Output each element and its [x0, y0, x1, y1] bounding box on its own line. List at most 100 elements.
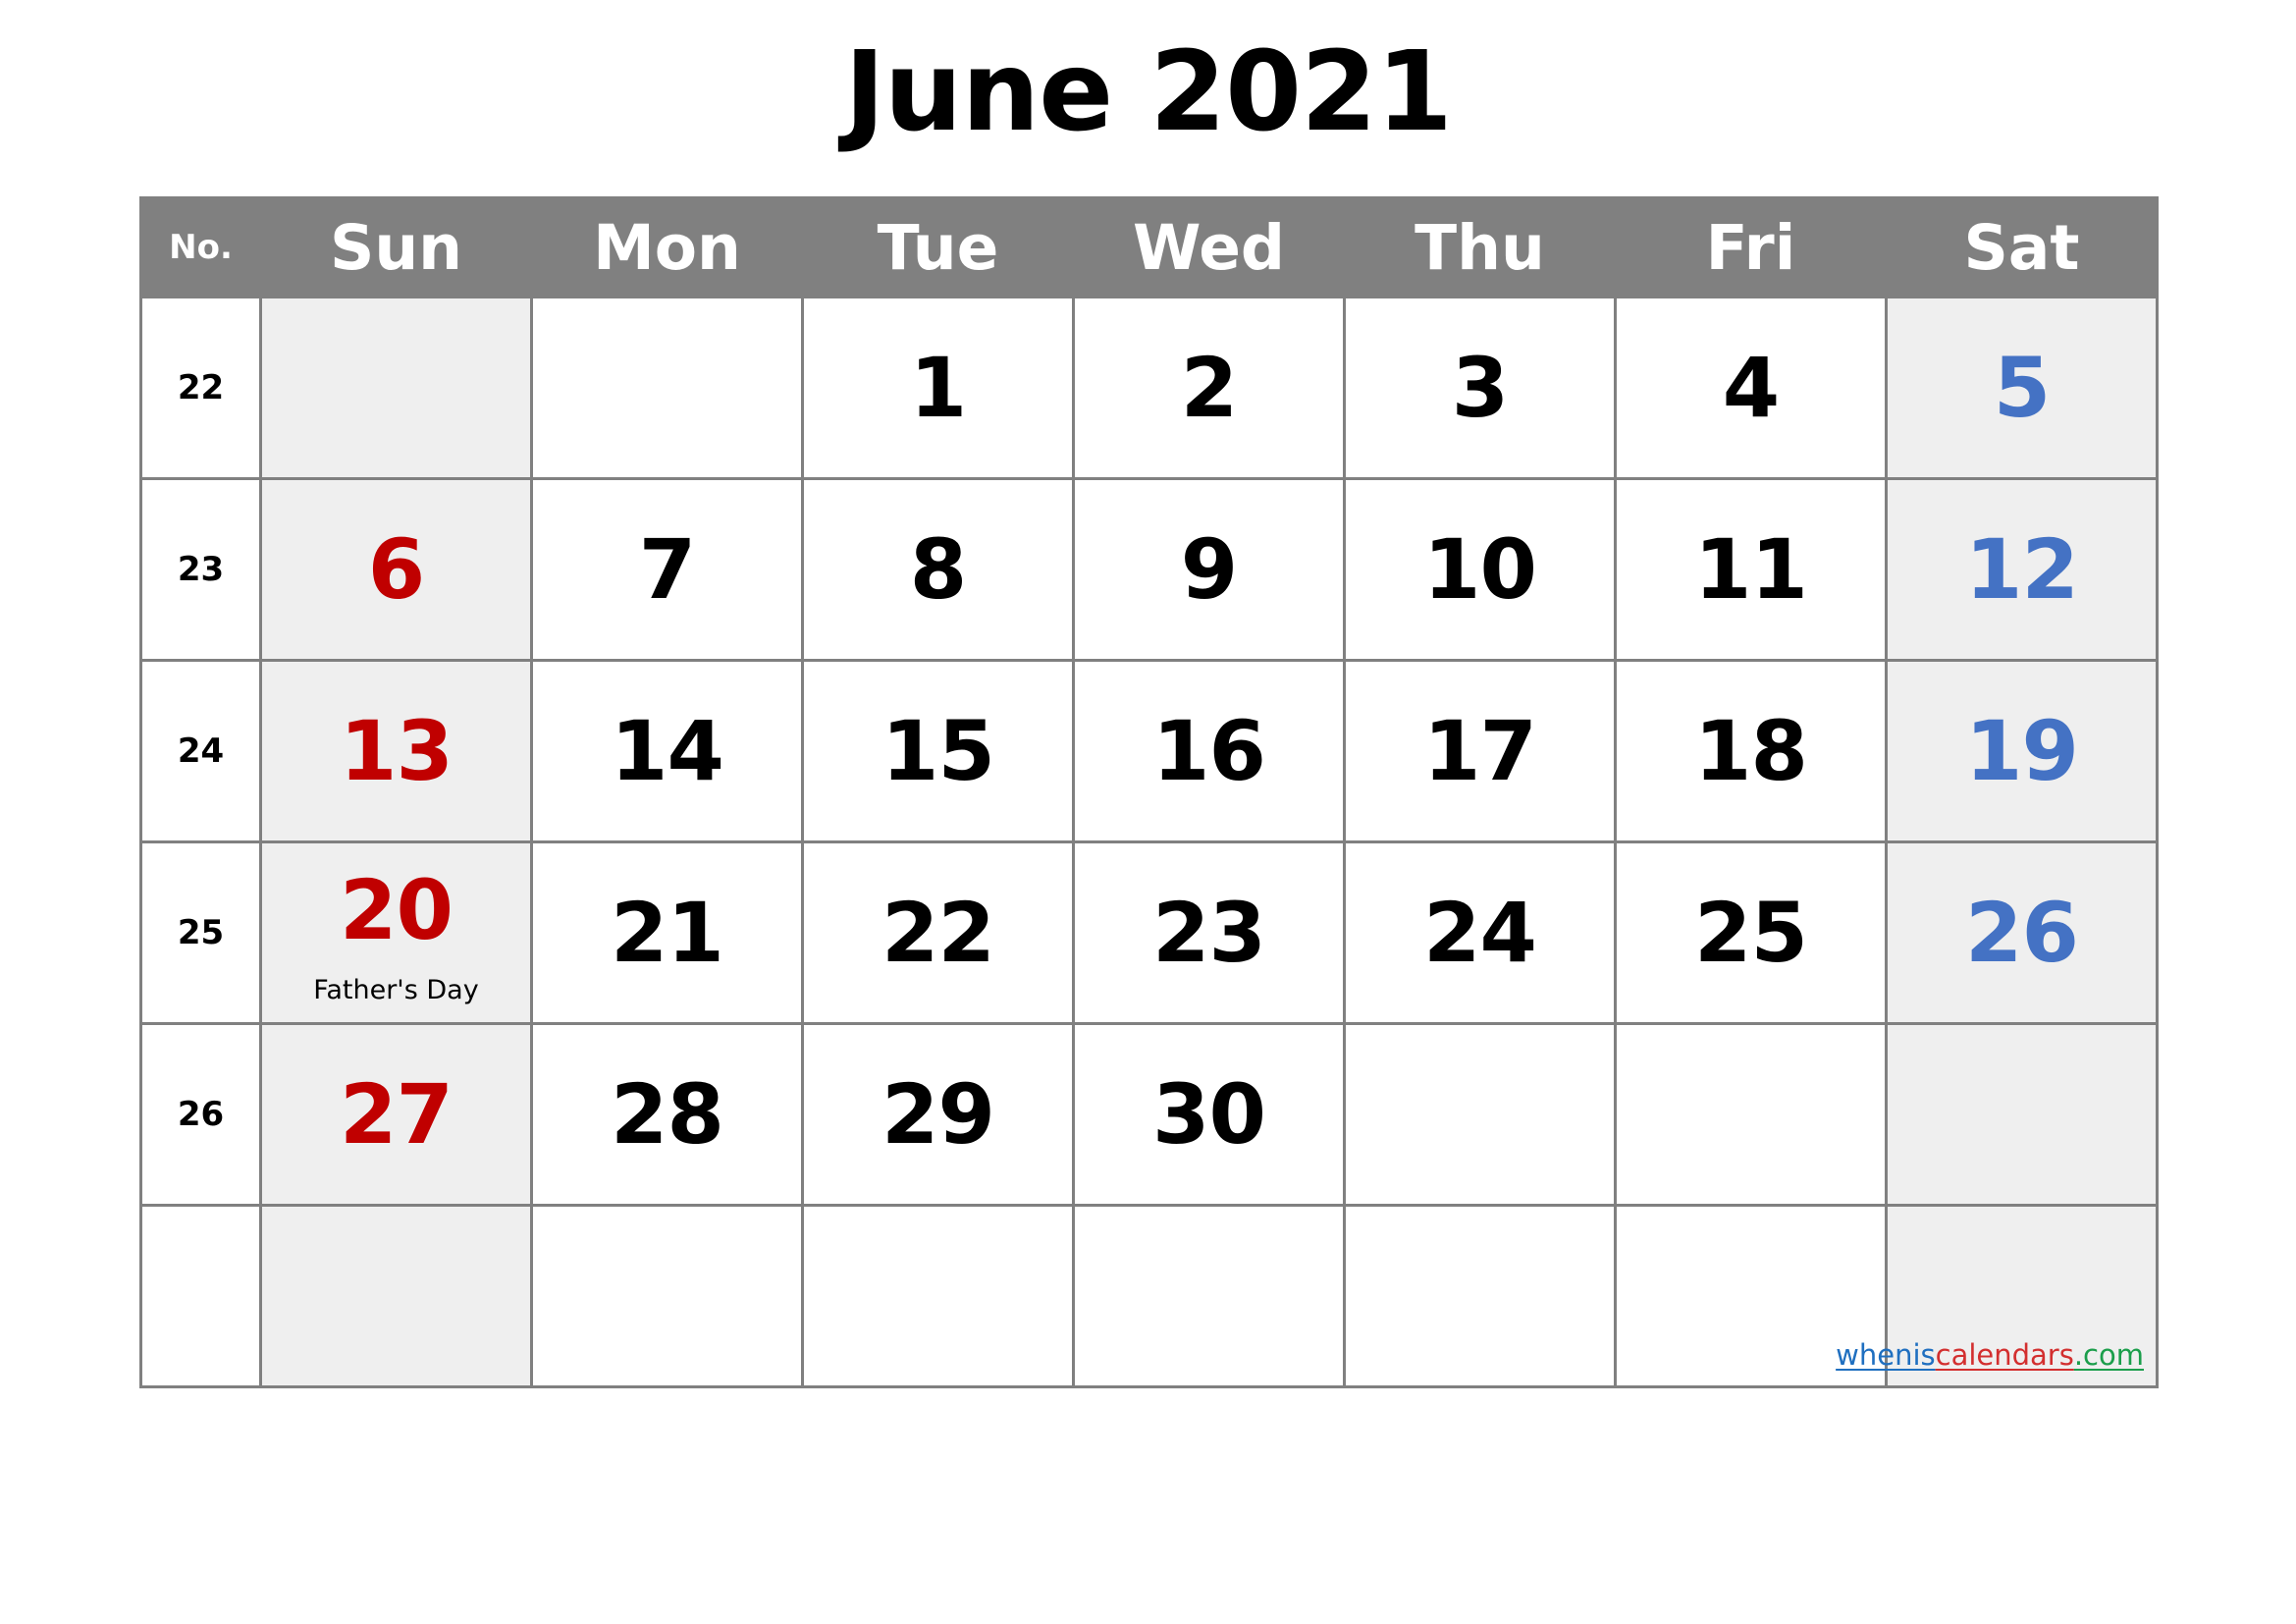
day-event-label: Father's Day	[313, 975, 479, 1005]
day-cell-inner: 20 Father's Day	[262, 843, 530, 1022]
day-cell[interactable]: 29	[801, 1022, 1075, 1207]
day-cell-inner	[1888, 1025, 2156, 1204]
day-cell-inner	[533, 1207, 801, 1385]
day-cell[interactable]	[1885, 1022, 2159, 1207]
day-cell[interactable]: 9	[1072, 477, 1346, 662]
day-cell[interactable]: 12	[1885, 477, 2159, 662]
calendar-container: No. Sun Mon Tue Wed Thu Fri Sat 22 1 2 3 4 5 2…	[139, 196, 2159, 1388]
day-cell-inner	[262, 298, 530, 477]
day-number: 4	[1722, 340, 1780, 436]
day-cell-inner: 4	[1617, 298, 1885, 477]
day-cell[interactable]: 27	[259, 1022, 533, 1207]
page-title: June 2021	[844, 28, 1453, 156]
day-cell-inner	[1888, 1207, 2156, 1385]
day-cell-inner: 10	[1346, 480, 1614, 659]
day-cell[interactable]: 22	[801, 840, 1075, 1025]
day-cell-inner: 15	[804, 662, 1072, 840]
day-cell-inner: 24	[1346, 843, 1614, 1022]
day-cell-inner: 27	[262, 1025, 530, 1204]
day-cell-inner	[1075, 1207, 1343, 1385]
day-cell-inner: 23	[1075, 843, 1343, 1022]
day-cell-inner	[804, 1207, 1072, 1385]
day-cell[interactable]: 6	[259, 477, 533, 662]
day-cell[interactable]	[1343, 1204, 1617, 1388]
day-cell-inner	[1346, 1025, 1614, 1204]
day-number: 25	[1694, 885, 1808, 981]
calendar-header-row: No. Sun Mon Tue Wed Thu Fri Sat	[139, 196, 2159, 298]
day-cell-inner: 25	[1617, 843, 1885, 1022]
day-cell[interactable]: 26	[1885, 840, 2159, 1025]
day-cell[interactable]: 10	[1343, 477, 1617, 662]
calendar-week-row: 23 6 7 8 9 10 11 12	[139, 477, 2159, 662]
day-number: 21	[611, 885, 724, 981]
day-number: 1	[909, 340, 967, 436]
day-cell-inner: 22	[804, 843, 1072, 1022]
day-number: 15	[881, 703, 995, 799]
day-number: 10	[1423, 521, 1537, 618]
day-number: 19	[1965, 703, 2079, 799]
header-day-sat: Sat	[1885, 196, 2159, 298]
day-number: 30	[1152, 1066, 1266, 1163]
day-cell-inner: 11	[1617, 480, 1885, 659]
day-number: 6	[367, 521, 425, 618]
day-cell[interactable]	[801, 1204, 1075, 1388]
day-cell[interactable]	[1614, 1022, 1888, 1207]
header-day-sun: Sun	[259, 196, 533, 298]
day-number: 11	[1694, 521, 1808, 618]
day-cell-inner: 18	[1617, 662, 1885, 840]
day-cell-inner: 16	[1075, 662, 1343, 840]
day-cell-inner: 2	[1075, 298, 1343, 477]
day-cell[interactable]: 11	[1614, 477, 1888, 662]
day-cell[interactable]	[530, 1204, 804, 1388]
day-cell-inner: 29	[804, 1025, 1072, 1204]
calendar-week-row: 22 1 2 3 4 5	[139, 296, 2159, 480]
day-cell[interactable]: 2	[1072, 296, 1346, 480]
day-cell[interactable]: 3	[1343, 296, 1617, 480]
day-cell[interactable]: wheniscalendars.com	[1836, 1204, 2159, 1388]
day-cell[interactable]: 16	[1072, 659, 1346, 843]
calendar-week-row: 24 13 14 15 16 17 18 19	[139, 659, 2159, 843]
day-cell[interactable]: 15	[801, 659, 1075, 843]
day-cell[interactable]	[1343, 1022, 1617, 1207]
header-day-mon: Mon	[530, 196, 804, 298]
day-cell[interactable]: 28	[530, 1022, 804, 1207]
day-cell[interactable]: 24	[1343, 840, 1617, 1025]
day-number: 12	[1965, 521, 2079, 618]
day-cell[interactable]	[530, 296, 804, 480]
week-number-cell: 24	[139, 659, 262, 843]
day-cell[interactable]	[259, 296, 533, 480]
day-cell[interactable]: 8	[801, 477, 1075, 662]
day-cell[interactable]	[1072, 1204, 1346, 1388]
calendar-page: June 2021 No. Sun Mon Tue Wed Thu Fri Sa…	[0, 0, 2296, 1624]
day-cell[interactable]: 20 Father's Day	[259, 840, 533, 1025]
day-cell[interactable]: 5	[1885, 296, 2159, 480]
day-cell[interactable]: 17	[1343, 659, 1617, 843]
day-number: 5	[1993, 340, 2051, 436]
day-cell[interactable]	[259, 1204, 533, 1388]
day-cell[interactable]: 19	[1885, 659, 2159, 843]
day-cell-inner: 14	[533, 662, 801, 840]
day-cell[interactable]: 25	[1614, 840, 1888, 1025]
day-number: 16	[1152, 703, 1266, 799]
day-cell-inner: 21	[533, 843, 801, 1022]
day-cell[interactable]: 7	[530, 477, 804, 662]
day-cell-inner: 6	[262, 480, 530, 659]
day-number: 26	[1965, 885, 2079, 981]
day-cell-inner: 19	[1888, 662, 2156, 840]
day-cell[interactable]: 14	[530, 659, 804, 843]
calendar-week-row: 25 20 Father's Day 21 22 23 24 25 26	[139, 840, 2159, 1025]
day-cell[interactable]: 18	[1614, 659, 1888, 843]
day-cell[interactable]: 1	[801, 296, 1075, 480]
week-number-cell: 22	[139, 296, 262, 480]
day-cell[interactable]: 4	[1614, 296, 1888, 480]
calendar-week-row: 26 27 28 29 30	[139, 1022, 2159, 1207]
day-cell[interactable]: 23	[1072, 840, 1346, 1025]
day-cell[interactable]: 21	[530, 840, 804, 1025]
header-week-number: No.	[139, 196, 262, 298]
day-number: 24	[1423, 885, 1537, 981]
day-cell[interactable]: 30	[1072, 1022, 1346, 1207]
day-cell-inner: 3	[1346, 298, 1614, 477]
week-number-cell	[139, 1204, 262, 1388]
day-number: 27	[340, 1066, 454, 1163]
day-cell[interactable]: 13	[259, 659, 533, 843]
